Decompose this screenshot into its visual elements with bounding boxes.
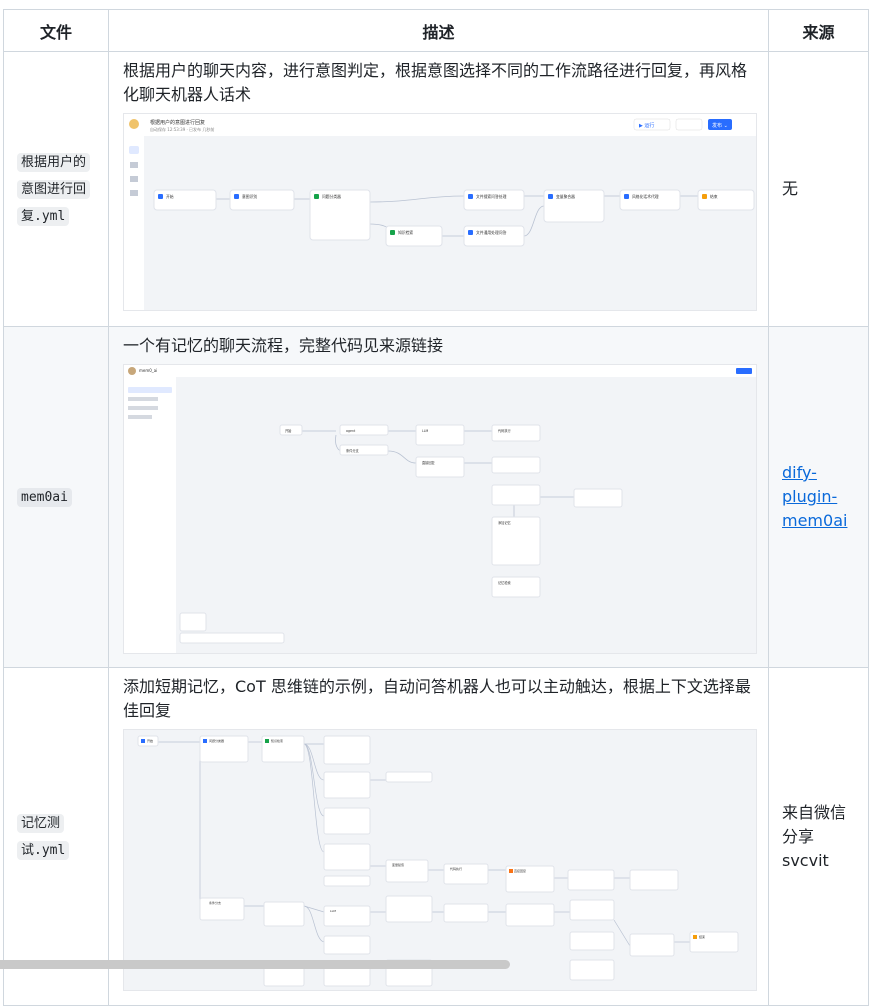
source-cell: 无 [768,51,869,327]
svg-text:文件搜索问答处理: 文件搜索问答处理 [476,194,507,199]
svg-text:LLM: LLM [330,909,336,913]
workflow-screenshot: 根据用户的意图进行回复 自动保存 12:53:39 · 已发布 几秒前 ▶ 运行… [123,113,757,311]
table-header-row: 文件 描述 来源 [3,9,869,52]
svg-text:知识检索: 知识检索 [271,738,283,743]
source-line: 分享 [782,826,815,846]
canvas-toolbar[interactable] [179,632,285,644]
svg-text:agent: agent [346,429,356,433]
history-button[interactable] [675,118,703,131]
source-line: 来自微信 [782,802,847,822]
workflow-canvas: mem0_ai 开始 agent 条件分支 LLM 直接回复 代码执行 添加记忆… [124,365,756,653]
file-name: 根据用户的 [17,152,91,172]
description-cell: 添加短期记忆，CoT 思维链的示例，自动问答机器人也可以主动触达，根据上下文选择… [108,667,769,1006]
description-cell: 根据用户的聊天内容，进行意图判定，根据意图选择不同的工作流路径进行回复，再风格化… [108,51,769,327]
workflow-canvas: 根据用户的意图进行回复 自动保存 12:53:39 · 已发布 几秒前 ▶ 运行… [124,114,756,310]
svg-text:LLM: LLM [422,429,429,433]
svg-text:问题分类器: 问题分类器 [322,194,341,199]
description-cell: 一个有记忆的聊天流程，完整代码见来源链接 mem0_ai 开始 agent 条件… [108,326,769,668]
svg-text:变量赋值: 变量赋值 [392,862,404,867]
svg-text:直接回复: 直接回复 [514,868,526,873]
svg-text:文件通用处理问答: 文件通用处理问答 [476,230,507,235]
publish-button[interactable] [736,368,752,374]
svg-text:变量聚合器: 变量聚合器 [556,194,575,199]
description-text: 添加短期记忆，CoT 思维链的示例，自动问答机器人也可以主动触达，根据上下文选择… [123,677,751,720]
svg-text:开始: 开始 [147,738,153,743]
header-file: 文件 [3,9,109,52]
svg-text:结束: 结束 [699,934,705,939]
horizontal-scrollbar[interactable] [0,960,510,969]
source-cell: 来自微信 分享 svcvit [768,667,869,1006]
app-title: 根据用户的意图进行回复 [150,119,205,126]
file-cell: 记忆测 试.yml [3,667,109,1006]
svg-text:结束: 结束 [710,194,718,199]
workflow-table: 文件 描述 来源 根据用户的 意图进行回 复.yml 根据用户的聊天内容，进行意… [3,9,869,1006]
svg-text:记忆检索: 记忆检索 [498,580,511,585]
table-row: 记忆测 试.yml 添加短期记忆，CoT 思维链的示例，自动问答机器人也可以主动… [3,667,869,1006]
header-source: 来源 [768,9,869,52]
minimap[interactable] [179,612,207,632]
file-cell: mem0ai [3,326,109,668]
workflow-canvas: 开始 问题分类器 知识检索 条件分支 LLM 变量赋值 代码执行 直接回复 结束 [124,730,756,990]
file-name: mem0ai [17,487,72,507]
app-title: mem0_ai [139,368,157,373]
publish-label: 发布 ⌄ [712,122,728,129]
source-cell: dify-plugin-mem0ai [768,326,869,668]
table-row: mem0ai 一个有记忆的聊天流程，完整代码见来源链接 mem0_ai 开始 a… [3,326,869,668]
svg-text:代码执行: 代码执行 [498,428,512,433]
app-icon [129,119,139,129]
svg-text:知识检索: 知识检索 [398,230,413,235]
app-subtitle: 自动保存 12:53:39 · 已发布 几秒前 [150,126,214,132]
run-label: ▶ 运行 [639,122,654,129]
workflow-screenshot: 开始 问题分类器 知识检索 条件分支 LLM 变量赋值 代码执行 直接回复 结束 [123,729,757,991]
svg-text:代码执行: 代码执行 [450,866,462,871]
svg-text:添加记忆: 添加记忆 [498,520,512,525]
svg-text:问题分类器: 问题分类器 [209,738,224,743]
svg-text:条件分支: 条件分支 [346,448,360,453]
table-row: 根据用户的 意图进行回 复.yml 根据用户的聊天内容，进行意图判定，根据意图选… [3,51,869,327]
source-line: svcvit [782,850,829,870]
workflow-screenshot: mem0_ai 开始 agent 条件分支 LLM 直接回复 代码执行 添加记忆… [123,364,757,654]
file-name: 记忆测 [17,813,65,833]
svg-text:开始: 开始 [166,194,174,199]
description-text: 根据用户的聊天内容，进行意图判定，根据意图选择不同的工作流路径进行回复，再风格化… [123,61,748,104]
file-cell: 根据用户的 意图进行回 复.yml [3,51,109,327]
svg-text:意图识别: 意图识别 [242,194,257,199]
svg-text:风格化话术代理: 风格化话术代理 [632,194,659,199]
svg-text:条件分支: 条件分支 [209,900,221,905]
svg-text:开始: 开始 [285,428,292,433]
header-description: 描述 [108,9,769,52]
svg-text:直接回复: 直接回复 [422,460,436,465]
description-text: 一个有记忆的聊天流程，完整代码见来源链接 [123,336,444,355]
source-link[interactable]: dify-plugin-mem0ai [782,463,847,530]
